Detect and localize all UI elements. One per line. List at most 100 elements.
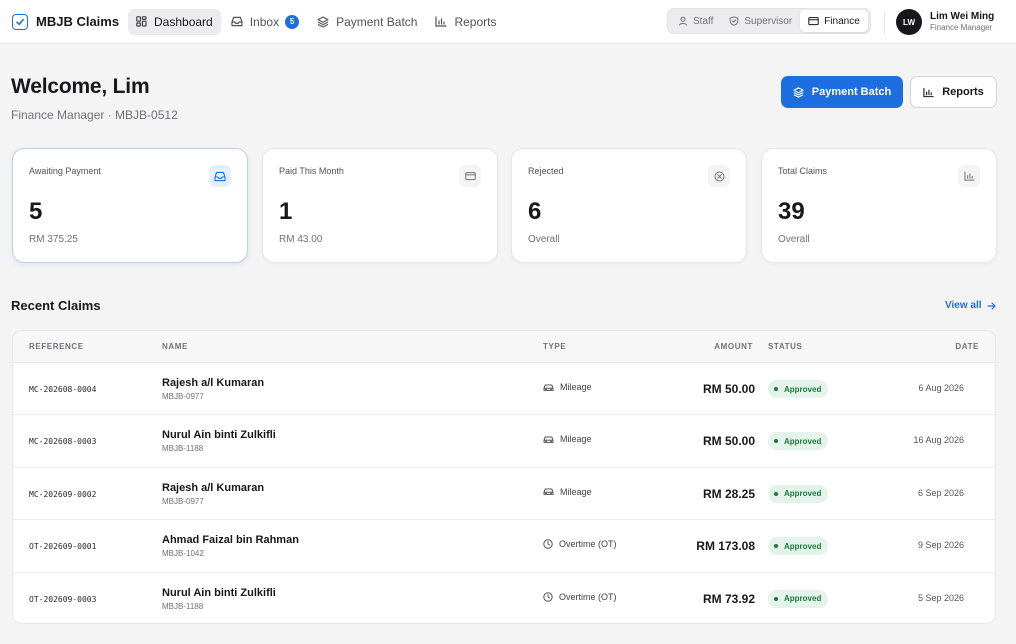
column-header-status: STATUS [768,342,803,351]
x-circle-icon [708,165,730,187]
table-row[interactable]: MC-202609-0002 Rajesh a/l Kumaran MBJB-0… [13,468,995,521]
claim-reference: OT-202609-0003 [29,594,97,604]
stat-value: 39 [778,198,805,225]
nav-label: Dashboard [154,14,213,29]
stat-value: 1 [279,198,293,225]
user-menu[interactable]: LW Lim Wei Ming Finance Manager [896,9,994,35]
user-icon [678,16,688,26]
claim-type-label: Overtime (OT) [559,591,617,602]
status-label: Approved [784,436,822,446]
status-badge: Approved [768,537,829,556]
stat-label: Total Claims [778,166,828,176]
button-label: Reports [942,86,984,98]
claim-type: Mileage [543,434,592,444]
stat-subtext: RM 375.25 [29,234,78,245]
bar-chart-icon [923,87,934,98]
stat-card-awaiting-payment[interactable]: Awaiting Payment 5 RM 375.25 [12,148,248,263]
stat-card-paid-this-month[interactable]: Paid This Month 1 RM 43.00 [262,148,498,263]
avatar: LW [896,9,922,35]
check-square-icon [12,13,28,30]
role-supervisor[interactable]: Supervisor [721,10,800,32]
claim-amount: RM 28.25 [702,486,755,501]
layers-icon [317,15,329,28]
claim-type-label: Mileage [560,486,592,497]
stat-subtext: Overall [528,234,560,245]
stat-label: Awaiting Payment [29,166,101,176]
status-badge: Approved [768,589,829,608]
wallet-icon [808,16,819,26]
clock-icon [543,591,553,602]
page-subtitle: Finance Manager · MBJB-0512 [11,108,178,122]
stat-value: 6 [528,198,542,225]
status-label: Approved [784,489,822,499]
claimant-name: Nurul Ain binti Zulkifli [162,429,276,442]
car-icon [543,383,554,392]
claimant-name: Ahmad Faizal bin Rahman [162,534,299,547]
payment-batch-button[interactable]: Payment Batch [781,76,903,108]
view-all-link[interactable]: View all [945,300,996,311]
claim-type: Mileage [543,382,592,392]
claimant-name: Nurul Ain binti Zulkifli [162,586,276,599]
claim-amount: RM 50.00 [702,434,755,449]
status-label: Approved [784,541,822,551]
nav-reports[interactable]: Reports [427,9,504,35]
inbox-icon [209,165,231,187]
bar-chart-icon [435,16,448,27]
user-role: Finance Manager [930,23,993,32]
bar-chart-icon [958,165,980,187]
stat-value: 5 [29,198,43,225]
layers-icon [793,86,804,98]
table-row[interactable]: MC-202608-0004 Rajesh a/l Kumaran MBJB-0… [13,363,995,416]
nav-inbox[interactable]: Inbox 5 [223,9,307,35]
status-dot [774,544,778,549]
table-header: REFERENCE NAME TYPE AMOUNT STATUS DATE [13,331,995,363]
divider [884,10,885,34]
claim-type: Overtime (OT) [543,592,617,602]
claim-reference: MC-202608-0004 [29,385,97,394]
claimant-name: Rajesh a/l Kumaran [162,481,265,494]
user-name: Lim Wei Ming [930,11,995,22]
stat-card-total-claims[interactable]: Total Claims 39 Overall [761,148,997,263]
nav-label: Reports [454,14,497,29]
claim-type-label: Mileage [560,434,592,445]
grid-icon [136,16,147,27]
status-dot [774,491,778,496]
claim-date: 6 Sep 2026 [917,487,964,498]
table-row[interactable]: OT-202609-0003 Nurul Ain binti Zulkifli … [13,573,995,623]
table-row[interactable]: MC-202608-0003 Nurul Ain binti Zulkifli … [13,415,995,468]
shield-icon [729,16,739,26]
claimant-id: MBJB-0977 [162,496,204,506]
claim-type: Mileage [543,487,592,497]
brand[interactable]: MBJB Claims [12,13,128,30]
stat-card-rejected[interactable]: Rejected 6 Overall [511,148,747,263]
column-header-name: NAME [162,342,188,351]
claimant-name: Rajesh a/l Kumaran [162,377,265,389]
claim-reference: MC-202609-0002 [29,489,97,499]
arrow-right-icon [986,301,996,310]
role-staff[interactable]: Staff [670,10,721,32]
claim-amount: RM 73.92 [702,591,755,606]
column-header-reference: REFERENCE [29,342,84,351]
reports-button[interactable]: Reports [910,76,997,108]
nav-dashboard[interactable]: Dashboard [128,8,221,35]
role-finance[interactable]: Finance [800,10,868,32]
claim-reference: OT-202609-0001 [29,542,97,552]
nav-label: Payment Batch [336,14,418,29]
claim-date: 6 Aug 2026 [918,383,964,393]
nav-label: Inbox [249,14,280,29]
nav-payment-batch[interactable]: Payment Batch [309,9,425,35]
main-nav: Dashboard Inbox 5 Payment Batch Reports [128,8,506,35]
role-label: Supervisor [744,15,793,27]
claim-type-label: Mileage [560,382,592,392]
user-info: Lim Wei Ming Finance Manager [930,11,994,33]
table-row[interactable]: OT-202609-0001 Ahmad Faizal bin Rahman M… [13,520,995,573]
section-title: Recent Claims [11,298,101,313]
claim-date: 9 Sep 2026 [917,540,964,551]
claim-reference: MC-202608-0003 [29,437,97,447]
role-label: Staff [693,15,714,27]
stat-subtext: Overall [778,234,810,245]
inbox-icon [231,16,243,27]
status-dot [774,387,778,391]
stat-subtext: RM 43.00 [279,234,323,245]
wallet-icon [459,165,481,187]
